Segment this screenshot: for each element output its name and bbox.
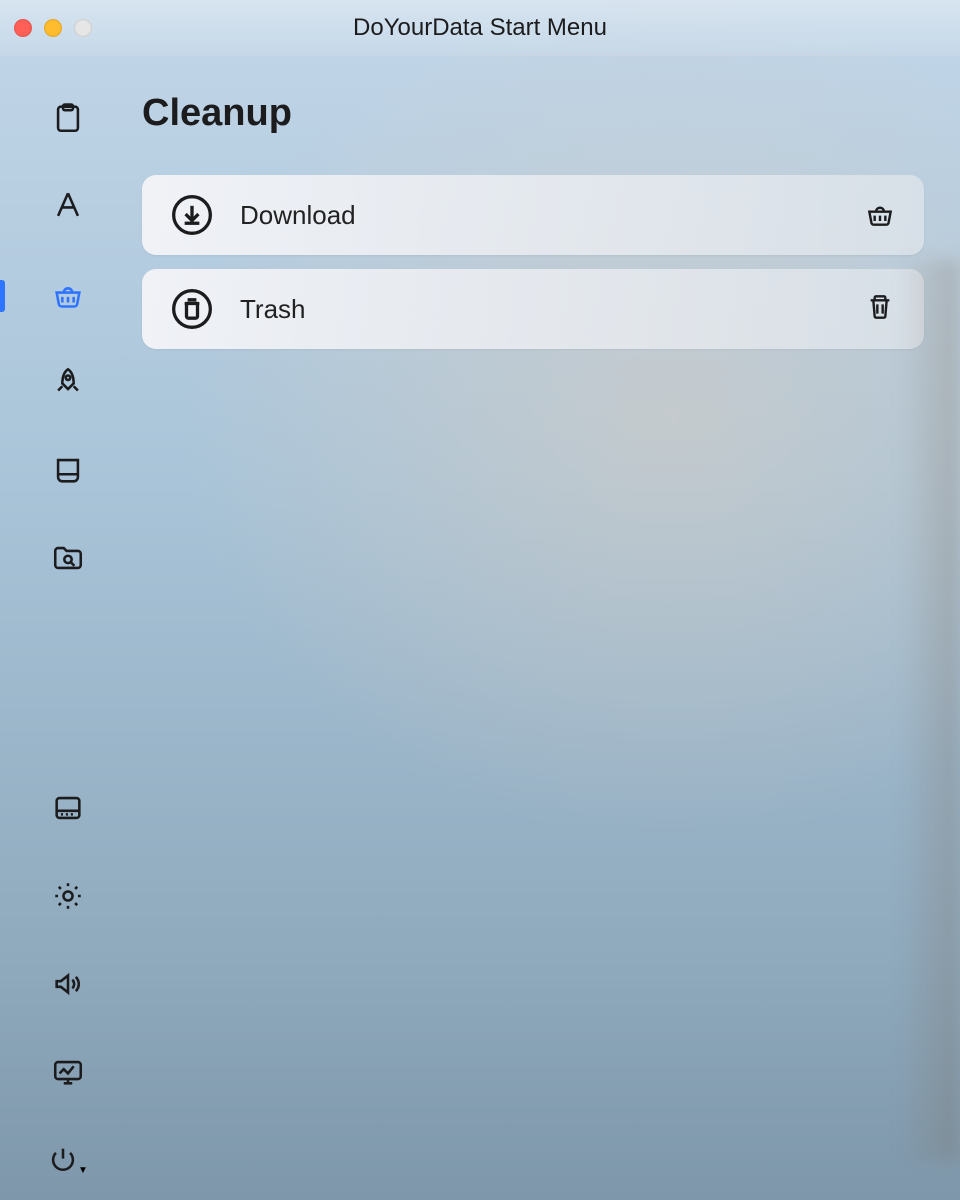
clipboard-icon — [51, 101, 85, 140]
sidebar-item-clipboard[interactable] — [0, 100, 136, 140]
power-icon — [46, 1143, 80, 1182]
sidebar-item-sound[interactable] — [0, 966, 136, 1006]
apps-icon — [51, 189, 85, 228]
cleanup-items: Download Trash — [142, 175, 924, 349]
rocket-icon — [51, 365, 85, 404]
sidebar-item-apps[interactable] — [0, 188, 136, 228]
speaker-icon — [51, 967, 85, 1006]
cleanup-item-trash[interactable]: Trash — [142, 269, 924, 349]
traffic-lights — [14, 19, 92, 37]
minimize-window-button[interactable] — [44, 19, 62, 37]
basket-icon — [51, 277, 85, 316]
main-content: Cleanup Download Trash — [136, 56, 960, 1200]
sidebar-item-rocket[interactable] — [0, 364, 136, 404]
window-title: DoYourData Start Menu — [0, 14, 960, 42]
cleanup-item-label: Download — [240, 200, 356, 231]
download-icon — [170, 193, 214, 237]
folder-search-icon — [51, 541, 85, 580]
dock-icon — [51, 791, 85, 830]
sidebar-bottom: ▼ — [0, 790, 136, 1200]
fullscreen-window-button[interactable] — [74, 19, 92, 37]
titlebar: DoYourData Start Menu — [0, 0, 960, 56]
sidebar-item-dock[interactable] — [0, 790, 136, 830]
trash-circle-icon — [170, 287, 214, 331]
sidebar-item-power[interactable]: ▼ — [0, 1142, 136, 1182]
cleanup-item-download[interactable]: Download — [142, 175, 924, 255]
close-window-button[interactable] — [14, 19, 32, 37]
sidebar-item-desktop[interactable] — [0, 1054, 136, 1094]
chevron-down-icon: ▼ — [78, 1165, 88, 1176]
sidebar-top — [0, 100, 136, 580]
cleanup-item-label: Trash — [240, 294, 306, 325]
layout: ▼ Cleanup Download Trash — [0, 56, 960, 1200]
sidebar-item-cleanup[interactable] — [0, 276, 136, 316]
desktop-icon — [51, 1055, 85, 1094]
drive-icon — [51, 453, 85, 492]
sidebar-item-drive[interactable] — [0, 452, 136, 492]
sidebar-item-brightness[interactable] — [0, 878, 136, 918]
sun-icon — [51, 879, 85, 918]
sidebar: ▼ — [0, 56, 136, 1200]
basket-icon[interactable] — [864, 197, 896, 234]
trash-icon[interactable] — [864, 291, 896, 328]
page-title: Cleanup — [142, 92, 924, 135]
sidebar-item-search-folder[interactable] — [0, 540, 136, 580]
